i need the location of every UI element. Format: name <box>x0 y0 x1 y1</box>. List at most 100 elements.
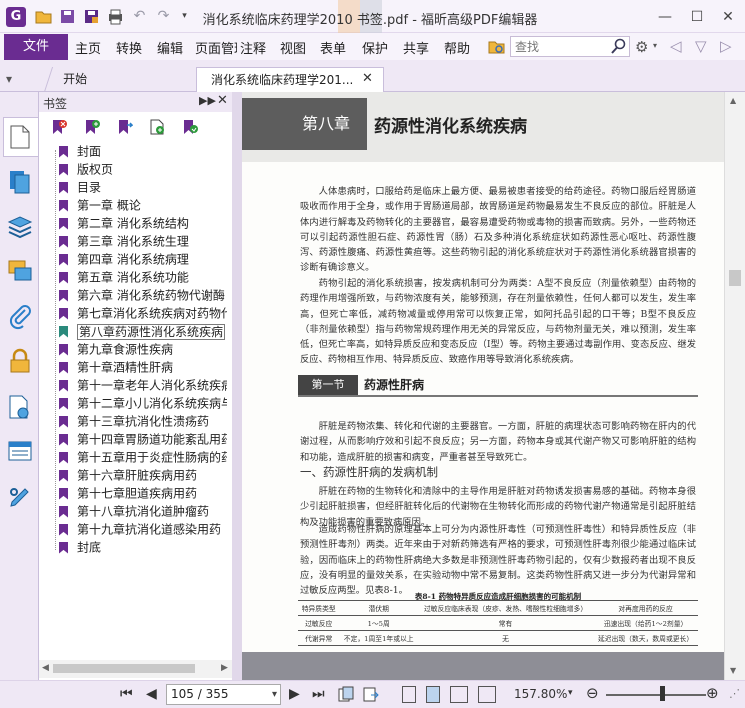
menu-view[interactable]: 视图 <box>280 38 306 57</box>
bookmark-item[interactable]: 第十章酒精性肝病 <box>59 358 173 376</box>
bookmark-item[interactable]: 第六章 消化系统药物代谢酶 <box>59 286 225 304</box>
app-logo-icon[interactable]: G <box>6 7 26 27</box>
delete-bookmark-icon[interactable] <box>51 119 67 135</box>
menu-edit[interactable]: 编辑 <box>157 38 183 57</box>
comments-icon[interactable] <box>7 258 33 284</box>
menu-comment[interactable]: 注释 <box>240 38 266 57</box>
collapse-panel-icon[interactable]: ▶▶ <box>199 94 216 107</box>
scroll-down-icon[interactable]: ▼ <box>730 666 736 675</box>
facing-page-view-icon[interactable] <box>450 686 468 703</box>
nav-back-icon[interactable]: ◁ <box>670 37 682 55</box>
edit-tool-icon[interactable] <box>7 484 33 510</box>
properties-icon[interactable] <box>7 394 33 420</box>
bookmark-item[interactable]: 第七章消化系统疾病对药物代 <box>59 304 227 322</box>
continuous-page-view-icon[interactable] <box>426 686 440 703</box>
last-page-icon[interactable]: ⏭ <box>312 686 325 702</box>
bookmark-item[interactable]: 目录 <box>59 178 101 196</box>
bookmark-item[interactable]: 第二章 消化系统结构 <box>59 214 189 232</box>
menu-convert[interactable]: 转换 <box>116 38 142 57</box>
nav-forward-icon[interactable]: ▷ <box>720 37 732 55</box>
bookmark-item[interactable]: 第十五章用于炎症性肠病的药 <box>59 448 227 466</box>
tab-close-icon[interactable]: ✕ <box>362 71 373 86</box>
close-button[interactable]: ✕ <box>713 6 743 28</box>
menu-help[interactable]: 帮助 <box>444 38 470 57</box>
zoom-dropdown-icon[interactable]: ▾ <box>568 688 573 698</box>
single-page-view-icon[interactable] <box>402 686 416 703</box>
add-bookmark-icon[interactable] <box>84 119 100 135</box>
search-field[interactable] <box>510 36 630 57</box>
page-thumbnail-icon[interactable] <box>338 686 354 703</box>
menu-share[interactable]: 共享 <box>403 38 429 57</box>
scroll-left-icon[interactable]: ◀ <box>42 663 49 673</box>
layers-icon[interactable] <box>7 214 33 240</box>
zoom-out-icon[interactable]: ⊖ <box>586 684 599 702</box>
tab-start[interactable]: 开始 <box>43 67 201 92</box>
bookmark-item[interactable]: 第十七章胆道疾病用药 <box>59 484 197 502</box>
document-view[interactable]: 第八章 药源性消化系统疾病 人体患病时，口服给药是临床上最方便、最易被患者接受的… <box>242 92 724 680</box>
page-dropdown-icon[interactable]: ▾ <box>272 685 277 704</box>
bookmark-item[interactable]: 第十三章抗消化性溃疡药 <box>59 412 209 430</box>
save-as-icon[interactable] <box>83 8 100 25</box>
pages-icon[interactable] <box>7 168 33 194</box>
first-page-icon[interactable]: ⏮ <box>120 686 133 702</box>
expand-bookmark-icon[interactable] <box>182 119 198 135</box>
nav-down-icon[interactable]: ▽ <box>695 37 707 55</box>
zoom-slider[interactable] <box>606 694 706 696</box>
search-icon[interactable] <box>610 38 627 55</box>
bookmark-item[interactable]: 第五章 消化系统功能 <box>59 268 189 286</box>
search-input[interactable] <box>511 37 606 56</box>
add-page-icon[interactable] <box>149 119 165 135</box>
close-panel-icon[interactable]: ✕ <box>217 93 228 108</box>
folder-icon[interactable] <box>35 8 52 25</box>
bookmark-item[interactable]: 第一章 概论 <box>59 196 141 214</box>
file-menu-button[interactable]: 文件 <box>4 34 68 60</box>
menu-protect[interactable]: 保护 <box>362 38 388 57</box>
tab-list-icon[interactable]: ▾ <box>6 72 12 86</box>
attachments-icon[interactable] <box>7 304 33 330</box>
menu-form[interactable]: 表单 <box>320 38 346 57</box>
minimize-button[interactable]: — <box>650 6 680 28</box>
panel-splitter[interactable] <box>232 92 242 680</box>
content-icon[interactable] <box>7 438 33 464</box>
menu-home[interactable]: 主页 <box>75 38 101 57</box>
scroll-up-icon[interactable]: ▲ <box>730 96 736 105</box>
bookmark-horizontal-scrollbar[interactable]: ◀ ▶ <box>39 660 233 678</box>
zoom-in-icon[interactable]: ⊕ <box>706 684 719 702</box>
settings-dropdown-icon[interactable]: ▾ <box>653 41 657 50</box>
scroll-right-icon[interactable]: ▶ <box>221 663 228 673</box>
next-page-icon[interactable]: ▶ <box>289 686 300 702</box>
bookmark-item[interactable]: 第三章 消化系统生理 <box>59 232 189 250</box>
zoom-slider-thumb[interactable] <box>659 686 665 701</box>
bookmark-item[interactable]: 第十一章老年人消化系统疾病 <box>59 376 227 394</box>
bookmark-panel-icon[interactable] <box>9 124 35 150</box>
resize-grip-icon[interactable]: ⋰ <box>729 687 740 700</box>
bookmark-item[interactable]: 封面 <box>59 142 101 160</box>
gear-icon[interactable]: ⚙ <box>635 38 648 56</box>
bookmark-item[interactable]: 第十二章小儿消化系统疾病与 <box>59 394 227 412</box>
redo-icon[interactable]: ↷ <box>155 8 172 25</box>
bookmark-item[interactable]: 第十四章胃肠道功能紊乱用药 <box>59 430 227 448</box>
document-vertical-scrollbar[interactable]: ▲ ▼ <box>724 92 745 680</box>
page-export-icon[interactable] <box>363 686 379 703</box>
continuous-facing-view-icon[interactable] <box>478 686 496 703</box>
menu-page-management[interactable]: 页面管理 <box>195 38 237 57</box>
security-icon[interactable] <box>7 348 33 374</box>
bookmark-item[interactable]: 封底 <box>59 538 101 556</box>
bookmark-item[interactable]: 第十九章抗消化道感染用药 <box>59 520 221 538</box>
bookmark-item[interactable]: 版权页 <box>59 160 113 178</box>
tab-document[interactable]: 消化系统临床药理学201... <box>196 67 384 92</box>
bookmark-item[interactable]: 第九章食源性疾病 <box>59 340 173 358</box>
add-child-bookmark-icon[interactable] <box>117 119 134 135</box>
bookmark-item[interactable]: 第十八章抗消化道肿瘤药 <box>59 502 209 520</box>
previous-page-icon[interactable]: ◀ <box>146 686 157 702</box>
page-number-field[interactable]: 105 / 355 ▾ <box>166 684 281 705</box>
scrollbar-thumb[interactable] <box>729 270 741 286</box>
bookmark-item[interactable]: 第十六章肝脏疾病用药 <box>59 466 197 484</box>
scrollbar-thumb[interactable] <box>53 664 195 673</box>
bookmark-item[interactable]: 第四章 消化系统病理 <box>59 250 189 268</box>
save-icon[interactable] <box>59 8 76 25</box>
undo-icon[interactable]: ↶ <box>131 8 148 25</box>
bookmark-item-selected[interactable]: 第八章药源性消化系统疾病 <box>59 322 226 340</box>
find-folder-icon[interactable] <box>488 38 505 55</box>
maximize-button[interactable]: ☐ <box>682 6 712 28</box>
